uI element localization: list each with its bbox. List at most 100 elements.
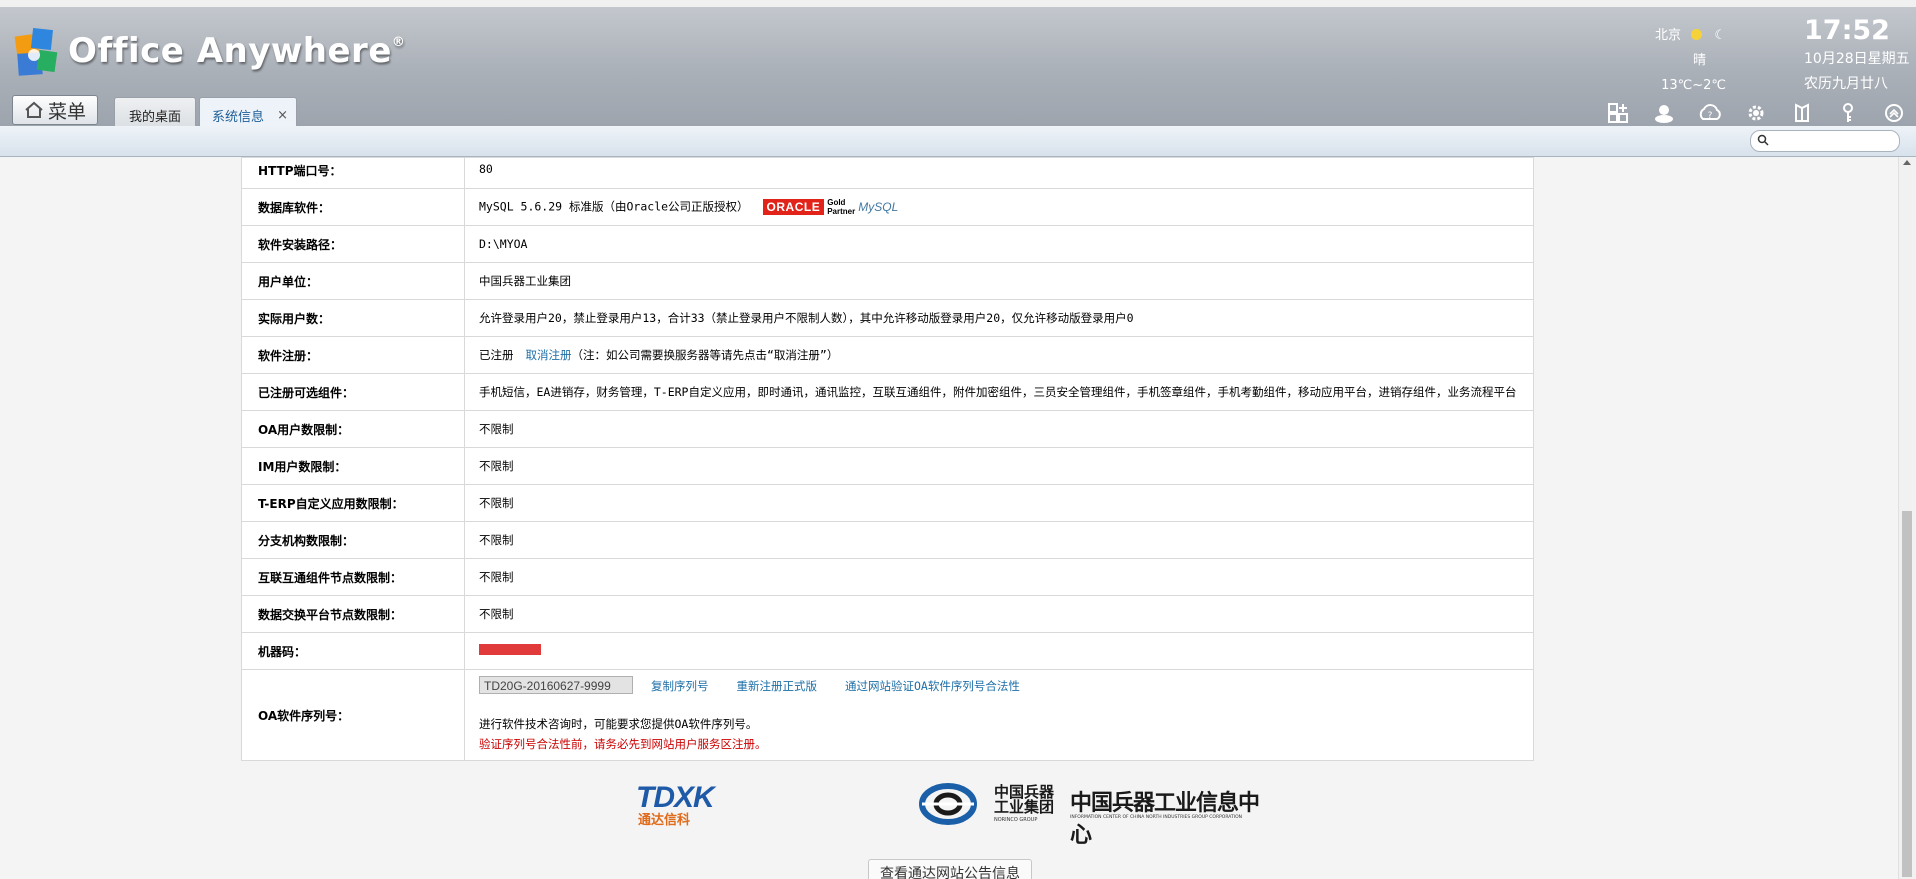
norinco-group-en: NORINCO GROUP [994, 817, 1038, 823]
info-value-cell: 中国兵器工业集团 [464, 262, 1534, 300]
unregister-link[interactable]: 取消注册 [526, 348, 572, 362]
app-logo-icon [14, 28, 58, 76]
verify-warning: 验证序列号合法性前，请务必先到网站用户服务区注册。 [479, 737, 767, 751]
org-icon[interactable] [1790, 101, 1814, 125]
info-value-cell: 手机短信，EA进销存，财务管理，T-ERP自定义应用，即时通讯，通讯监控，互联互… [464, 373, 1534, 411]
serial-row: OA软件序列号： TD20G-20160627-9999 复制序列号 重新注册正式版 通… [241, 669, 1534, 761]
info-value: D:\MYOA [479, 237, 528, 251]
info-row: 数据库软件： MySQL 5.6.29 标准版（由Oracle公司正版授权） ORA… [241, 188, 1534, 226]
tdxk-logo: TDXK 通达信科 [636, 781, 746, 831]
settings-icon[interactable] [1744, 101, 1768, 125]
info-row: 用户单位： 中国兵器工业集团 [241, 262, 1534, 300]
system-info-content: HTTP端口号： 80 数据库软件： MySQL 5.6.29 标准版（由Oracle… [0, 157, 1916, 879]
gold-partner-label: Gold Partner [827, 198, 855, 216]
norinco-logo: 中国兵器工业集团 NORINCO GROUP 中国兵器工业信息中心 INFORM… [918, 779, 1278, 848]
info-value-cell: 不限制 [464, 521, 1534, 559]
scroll-up-arrow-icon[interactable] [1903, 160, 1911, 165]
view-notice-button[interactable]: 查看通达网站公告信息 [868, 859, 1032, 879]
info-label: 机器码： [241, 632, 465, 670]
info-label: 数据库软件： [241, 188, 465, 226]
tab-label: 我的桌面 [128, 110, 181, 125]
close-tab-icon[interactable]: × [277, 108, 288, 123]
info-value: 不限制 [479, 496, 514, 510]
search-input[interactable] [1773, 132, 1895, 150]
weather-widget: 北京 ☾ 晴 13℃~2℃ [1655, 23, 1726, 98]
search-box[interactable] [1750, 130, 1900, 152]
info-value-cell: 不限制 [464, 410, 1534, 448]
info-label: 已注册可选组件： [241, 373, 465, 411]
info-value: 不限制 [479, 422, 514, 436]
app-title: Office Anywhere® [68, 31, 406, 71]
main-menu-button[interactable]: 菜单 [12, 95, 98, 125]
info-value: 手机短信，EA进销存，财务管理，T-ERP自定义应用，即时通讯，通讯监控，互联互… [479, 385, 1517, 399]
serial-cell: TD20G-20160627-9999 复制序列号 重新注册正式版 通过网站验证OA软… [464, 669, 1534, 761]
unregister-note: （注：如公司需要换服务器等请先点击“取消注册”） [571, 348, 839, 362]
info-value-cell: 不限制 [464, 484, 1534, 522]
weather-condition: 晴 [1692, 53, 1706, 68]
partner-label: Partner [827, 207, 856, 216]
collapse-icon[interactable] [1882, 101, 1906, 125]
tab-label: 系统信息 [212, 110, 265, 125]
search-icon [1757, 134, 1769, 146]
norinco-group-name: 中国兵器工业集团 [994, 783, 1055, 816]
serial-number-field[interactable]: TD20G-20160627-9999 [479, 676, 633, 694]
copy-serial-link[interactable]: 复制序列号 [651, 679, 709, 693]
system-info-table: HTTP端口号： 80 数据库软件： MySQL 5.6.29 标准版（由Oracle… [241, 157, 1534, 761]
gold-label: Gold [827, 198, 846, 207]
info-row: T-ERP自定义应用数限制： 不限制 [241, 484, 1534, 522]
search-bar [0, 126, 1916, 157]
info-value: 不限制 [479, 607, 514, 621]
top-header: Office Anywhere® 菜单 我的桌面 系统信息 × 北京 ☾ 晴 1… [0, 0, 1916, 133]
info-label: 互联互通组件节点数限制： [241, 558, 465, 596]
machine-code-redacted [479, 644, 541, 655]
info-value-cell: 已注册 取消注册（注：如公司需要换服务器等请先点击“取消注册”） [464, 336, 1534, 374]
info-row: 软件安装路径： D:\MYOA [241, 225, 1534, 263]
info-value: 不限制 [479, 533, 514, 547]
info-row: 机器码： [241, 632, 1534, 670]
scroll-thumb[interactable] [1902, 511, 1912, 877]
info-value-cell: MySQL 5.6.29 标准版（由Oracle公司正版授权） ORACLE Gol… [464, 188, 1534, 226]
info-label: 实际用户数： [241, 299, 465, 337]
info-row: OA用户数限制： 不限制 [241, 410, 1534, 448]
info-value: 允许登录用户20，禁止登录用户13，合计33（禁止登录用户不限制人数），其中允许… [479, 311, 1134, 325]
info-label: T-ERP自定义应用数限制： [241, 484, 465, 522]
info-value-cell: 不限制 [464, 447, 1534, 485]
verify-serial-link[interactable]: 通过网站验证OA软件序列号合法性 [845, 679, 1020, 693]
lunar-date: 农历九月廿八 [1804, 76, 1888, 92]
info-label: IM用户数限制： [241, 447, 465, 485]
serial-label: OA软件序列号： [241, 669, 465, 761]
info-row: HTTP端口号： 80 [241, 157, 1534, 189]
weather-temperature: 13℃~2℃ [1661, 78, 1726, 93]
info-value: 不限制 [479, 570, 514, 584]
mysql-logo: MySQL [858, 200, 899, 214]
header-toolbar: ? [1606, 101, 1906, 125]
info-label: HTTP端口号： [241, 157, 465, 189]
svg-text:?: ? [1708, 111, 1713, 121]
key-icon[interactable] [1836, 101, 1860, 125]
info-value-cell: 80 [464, 157, 1534, 189]
help-icon[interactable]: ? [1698, 101, 1722, 125]
clock: 17:52 [1804, 15, 1890, 46]
user-status-icon[interactable] [1652, 101, 1676, 125]
info-label: 分支机构数限制： [241, 521, 465, 559]
info-row: 互联互通组件节点数限制： 不限制 [241, 558, 1534, 596]
info-value: 中国兵器工业集团 [479, 274, 571, 288]
info-value-cell [464, 632, 1534, 670]
apps-icon[interactable] [1606, 101, 1630, 125]
reregister-link[interactable]: 重新注册正式版 [737, 679, 818, 693]
oracle-mysql-badge: ORACLE Gold Partner MySQL [762, 198, 899, 216]
menu-label: 菜单 [47, 100, 86, 123]
vertical-scrollbar[interactable] [1898, 157, 1916, 879]
sun-icon [1691, 29, 1703, 40]
info-row: 实际用户数： 允许登录用户20，禁止登录用户13，合计33（禁止登录用户不限制人数… [241, 299, 1534, 337]
weather-city: 北京 [1655, 28, 1682, 43]
info-value: 不限制 [479, 459, 514, 473]
moon-icon: ☾ [1714, 28, 1726, 43]
date-info: 10月28日星期五 农历九月廿八 [1804, 47, 1910, 97]
info-row: 已注册可选组件： 手机短信，EA进销存，财务管理，T-ERP自定义应用，即时通讯，… [241, 373, 1534, 411]
info-row: 数据交换平台节点数限制： 不限制 [241, 595, 1534, 633]
norinco-center-en: INFORMATION CENTER OF CHINA NORTH INDUST… [1070, 815, 1242, 820]
date: 10月28日星期五 [1804, 51, 1910, 67]
tech-support-note: 进行软件技术咨询时，可能要求您提供OA软件序列号。 [479, 717, 758, 731]
info-value-cell: D:\MYOA [464, 225, 1534, 263]
